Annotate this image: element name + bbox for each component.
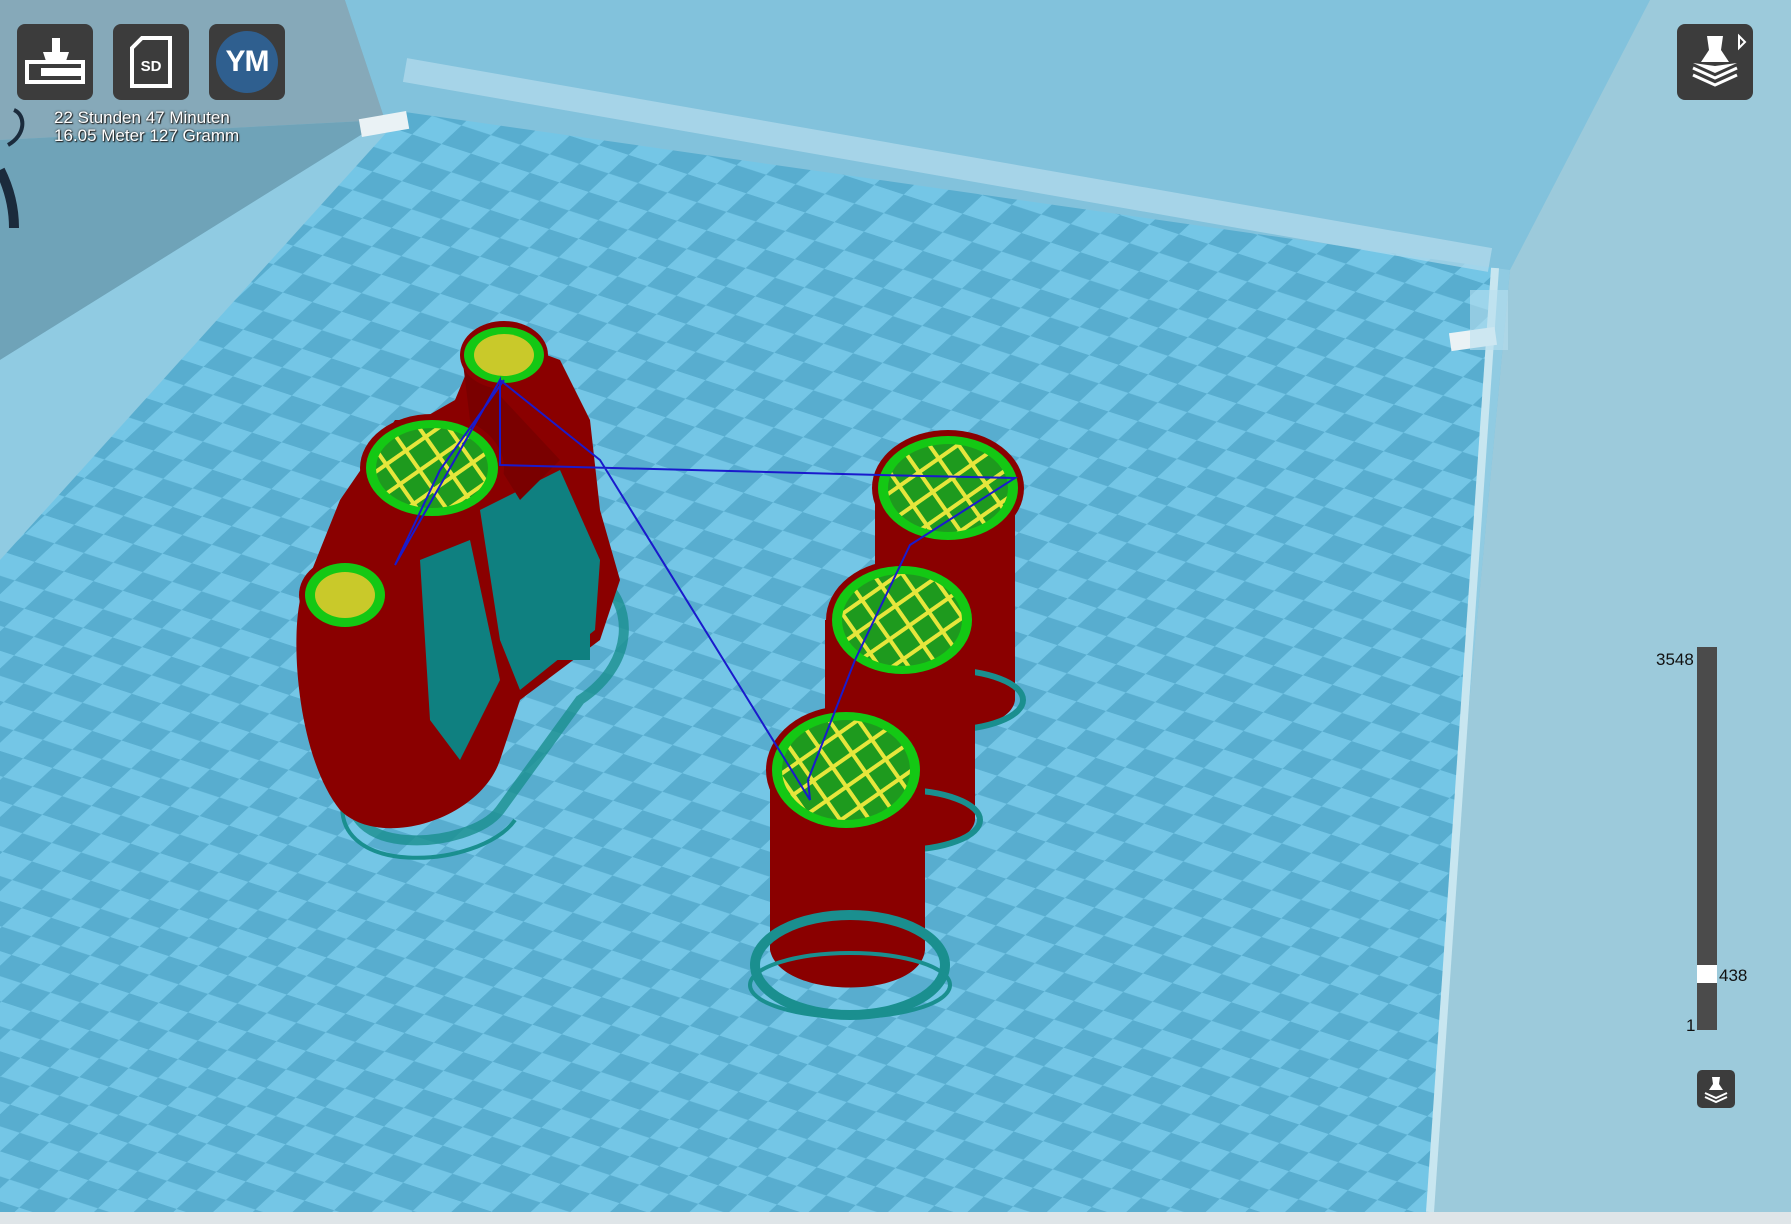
view-mode-button[interactable] (1677, 24, 1753, 100)
print-duration: 22 Stunden 47 Minuten (54, 108, 230, 127)
profile-avatar: YM (216, 31, 278, 93)
layer-slider-handle[interactable] (1697, 965, 1717, 983)
print-to-file-icon (25, 38, 85, 84)
layer-min-label: 1 (1686, 1016, 1696, 1035)
layer-mode-button[interactable] (1697, 1070, 1735, 1108)
sd-label: SD (141, 58, 162, 75)
layer-current-label: 438 (1719, 966, 1748, 985)
print-material: 16.05 Meter 127 Gramm (54, 126, 240, 145)
layer-max-label: 3548 (1656, 650, 1694, 669)
print-to-file-button[interactable] (17, 24, 93, 100)
build-plate-viewport[interactable] (0, 0, 1791, 1224)
profile-button[interactable]: YM (209, 24, 285, 100)
print-estimate: 22 Stunden 47 Minuten 16.05 Meter 127 Gr… (54, 109, 239, 145)
profile-initials: YM (225, 45, 270, 78)
sd-card-icon: SD (130, 36, 172, 88)
sd-card-button[interactable]: SD (113, 24, 189, 100)
layer-view-icon (1692, 33, 1747, 87)
layer-mode-icon (1704, 1077, 1728, 1104)
